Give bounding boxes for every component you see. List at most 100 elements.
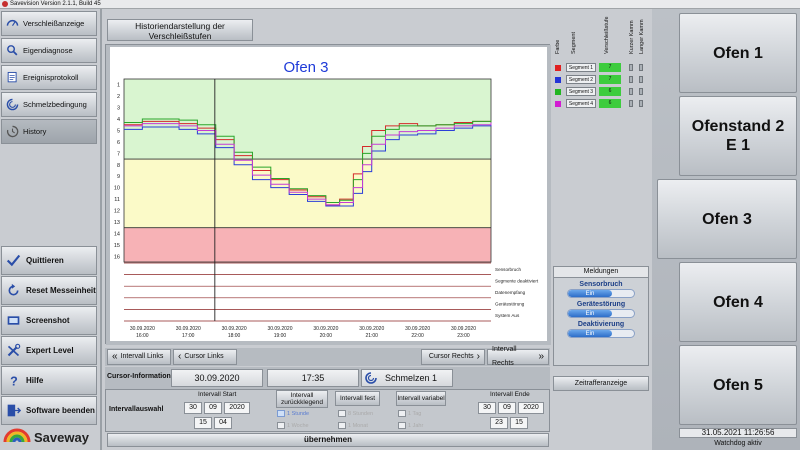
message-toggle[interactable]: Ein xyxy=(567,289,635,298)
furnace-button[interactable]: Ofen 3 xyxy=(657,179,797,259)
cursor-rechts-label: Cursor Rechts xyxy=(428,353,474,360)
segment-toggle-button[interactable]: Segment 1 xyxy=(566,63,596,72)
end-hour-input[interactable]: 23 xyxy=(490,417,508,429)
y-tick-label: 11 xyxy=(114,197,120,203)
gauge-icon xyxy=(6,19,19,26)
legend-col-segment: Segment xyxy=(571,31,577,54)
option-1-tag[interactable]: 1 Tag xyxy=(398,409,421,418)
segment-toggle-button[interactable]: Segment 4 xyxy=(566,99,596,108)
furnace-button[interactable]: Ofen 5 xyxy=(679,345,797,425)
svg-text:?: ? xyxy=(10,375,18,389)
end-minute-input[interactable]: 15 xyxy=(510,417,528,429)
page-title: Historiendarstellung der Verschleißstufe… xyxy=(107,19,253,41)
y-tick-label: 5 xyxy=(117,128,120,134)
start-hour-input[interactable]: 15 xyxy=(194,417,212,429)
legend-row: Segment 27 xyxy=(553,75,648,85)
history-chart[interactable]: Ofen 312345678910111213141516Sensorbruch… xyxy=(106,45,551,345)
tools-icon xyxy=(7,343,21,357)
quittieren-button-label: Quittieren xyxy=(26,256,64,265)
cursor-links-button[interactable]: ‹ Cursor Links xyxy=(173,349,237,365)
message-label: Sensorbruch xyxy=(579,281,623,288)
short-comb-indicator xyxy=(629,88,633,95)
uebernehmen-button[interactable]: übernehmen xyxy=(107,433,549,447)
intervall-rechts-button[interactable]: Intervall Rechts » xyxy=(487,346,549,367)
checkbox-icon xyxy=(338,410,346,417)
y-tick-label: 9 xyxy=(117,174,120,180)
checkbox-icon xyxy=(398,422,406,429)
x-tick-time: 23:00 xyxy=(457,333,470,339)
wear-level-value: 6 xyxy=(599,99,621,108)
expert-level-button[interactable]: Expert Level xyxy=(1,336,97,365)
color-swatch xyxy=(555,77,561,83)
start-day-input[interactable]: 30 xyxy=(184,402,202,414)
zeitraffer-button[interactable]: Zeitrafferanzeige xyxy=(553,376,649,391)
end-month-input[interactable]: 09 xyxy=(498,402,516,414)
hilfe-button[interactable]: ? Hilfe xyxy=(1,366,97,395)
short-comb-indicator xyxy=(629,76,633,83)
wear-level-value: 7 xyxy=(599,63,621,72)
furnace-button[interactable]: Ofen 4 xyxy=(679,262,797,342)
cursor-information-row: Cursor-Information 30.09.2020 17:35 Schm… xyxy=(105,367,550,389)
reset-messeinheit-button[interactable]: Reset Messeinheit xyxy=(1,276,97,305)
option-8-stunden[interactable]: 8 Stunden xyxy=(338,409,373,418)
x-tick-time: 18:00 xyxy=(228,333,241,339)
reset-messeinheit-button-label: Reset Messeinheit xyxy=(26,286,96,295)
intervall-links-button[interactable]: « Intervall Links xyxy=(107,349,171,365)
nav-verschleissanzeige[interactable]: Verschleißanzeige xyxy=(1,11,97,36)
quittieren-button[interactable]: Quittieren xyxy=(1,246,97,275)
long-comb-indicator xyxy=(639,88,643,95)
option-1-woche[interactable]: 1 Woche xyxy=(277,421,309,430)
furnace-button[interactable]: Ofen 1 xyxy=(679,13,797,93)
status-track-label: Segmente deaktiviert xyxy=(495,278,539,283)
start-year-input[interactable]: 2020 xyxy=(224,402,250,414)
message-toggle[interactable]: Ein xyxy=(567,329,635,338)
x-tick-date: 30.09.2020 xyxy=(222,326,247,332)
chevron-right-icon: › xyxy=(476,351,480,362)
message-toggle[interactable]: Ein xyxy=(567,309,635,318)
watchdog-status: Watchdog aktiv xyxy=(714,440,762,447)
nav-eigendiagnose[interactable]: Eigendiagnose xyxy=(1,38,97,63)
software-beenden-button[interactable]: Software beenden xyxy=(1,396,97,425)
nav-history-label: History xyxy=(23,127,47,136)
intervall-fest-button[interactable]: Intervall fest xyxy=(335,391,380,406)
nav-history[interactable]: History xyxy=(1,119,97,144)
option-1-stunde[interactable]: 1 Stunde xyxy=(277,409,309,418)
chart-navigation: « Intervall Links ‹ Cursor Links Cursor … xyxy=(105,346,550,367)
spiral-icon xyxy=(6,98,19,111)
wear-level-value: 7 xyxy=(599,75,621,84)
option-1-monat[interactable]: 1 Monat xyxy=(338,421,368,430)
segment-toggle-button[interactable]: Segment 2 xyxy=(566,75,596,84)
y-tick-label: 10 xyxy=(114,186,120,192)
segment-toggle-button[interactable]: Segment 3 xyxy=(566,87,596,96)
end-year-input[interactable]: 2020 xyxy=(518,402,544,414)
furnace-button-label: Ofen 4 xyxy=(713,293,763,311)
option-1-jahr[interactable]: 1 Jahr xyxy=(398,421,423,430)
message-label: Deaktivierung xyxy=(577,321,625,328)
y-tick-label: 8 xyxy=(117,163,120,169)
legend-row: Segment 36 xyxy=(553,87,648,97)
option-8-stunden-label: 8 Stunden xyxy=(348,410,374,417)
x-tick-time: 20:00 xyxy=(320,333,333,339)
saveway-logo: Saveway xyxy=(2,424,98,448)
y-tick-label: 3 xyxy=(117,106,120,112)
magnifier-icon xyxy=(7,45,18,56)
software-beenden-button-label: Software beenden xyxy=(26,406,95,415)
short-comb-indicator xyxy=(629,100,633,107)
long-comb-indicator xyxy=(639,100,643,107)
cursor-rechts-button[interactable]: Cursor Rechts › xyxy=(421,349,485,365)
interval-end-label: Intervall Ende xyxy=(490,391,530,398)
screenshot-icon xyxy=(7,316,20,325)
nav-ereignisprotokoll[interactable]: Ereignisprotokoll xyxy=(1,65,97,90)
y-tick-label: 14 xyxy=(114,231,120,237)
nav-schmelzbedingung[interactable]: Schmelzbedingung xyxy=(1,92,97,117)
screenshot-button[interactable]: Screenshot xyxy=(1,306,97,335)
status-datetime: 31.05.2021 11:26:56 xyxy=(679,428,797,438)
start-month-input[interactable]: 09 xyxy=(204,402,222,414)
furnace-button[interactable]: Ofenstand 2 E 1 xyxy=(679,96,797,176)
legend-col-lang: Langer Kamm xyxy=(639,19,645,54)
end-day-input[interactable]: 30 xyxy=(478,402,496,414)
furnace-button-label: Ofen 1 xyxy=(713,44,763,62)
intervall-variabel-button[interactable]: Intervall variabel xyxy=(396,391,446,406)
intervall-zurueckklegend-button[interactable]: Intervall zurückklegend xyxy=(276,390,328,408)
start-minute-input[interactable]: 04 xyxy=(214,417,232,429)
